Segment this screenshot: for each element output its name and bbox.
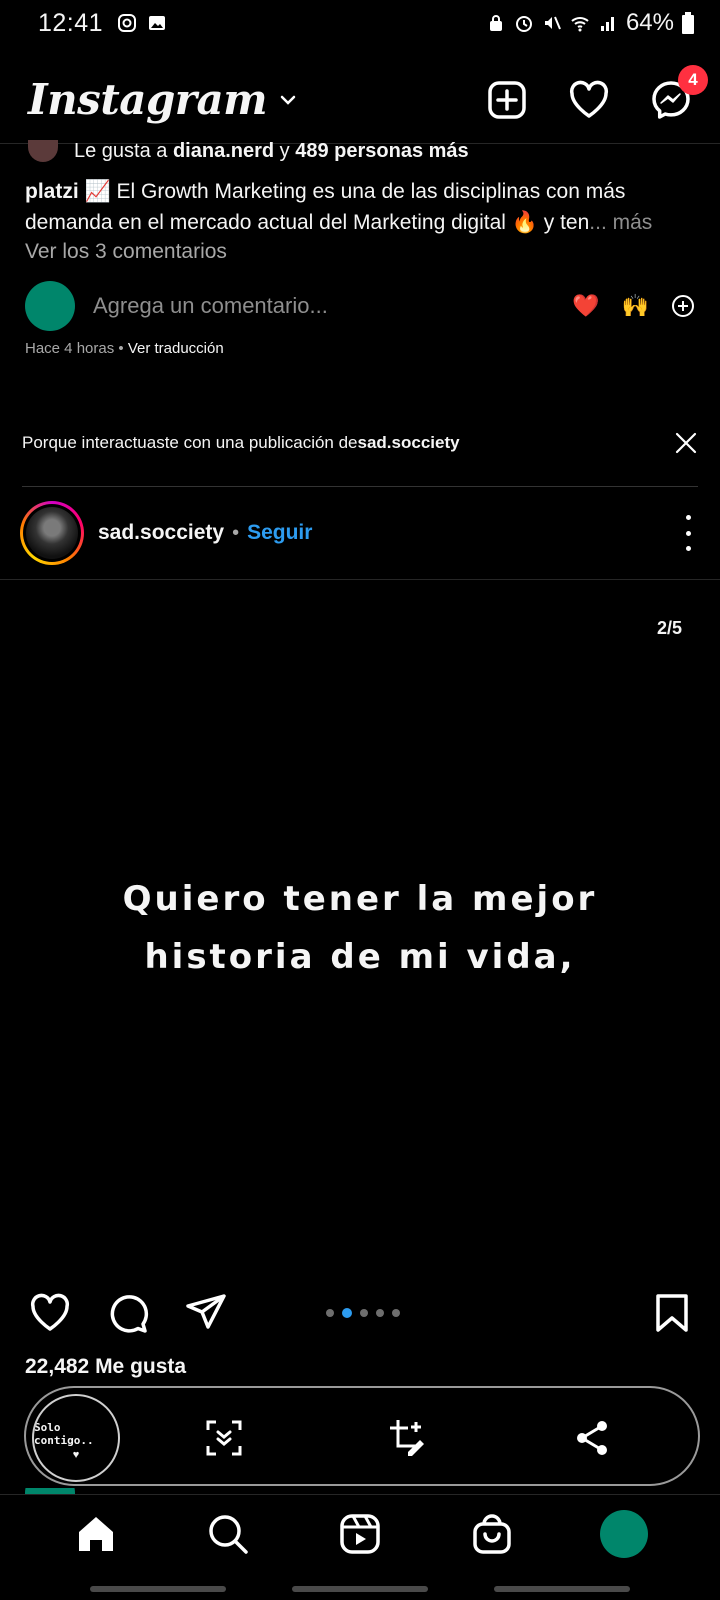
post-media[interactable]: 2/5 Quiero tener la mejor historia de mi… [0, 580, 720, 1280]
more-options-icon[interactable] [676, 515, 700, 551]
comment-icon[interactable] [106, 1291, 150, 1335]
share-icon[interactable] [572, 1418, 612, 1458]
quick-reaction-heart[interactable]: ❤️ [572, 293, 599, 319]
carousel-dot [360, 1309, 368, 1317]
liker-username[interactable]: diana.nerd [173, 140, 274, 162]
add-circle-icon[interactable] [671, 294, 695, 318]
translate-link[interactable]: Ver traducción [128, 340, 224, 357]
reels-icon [340, 1513, 380, 1554]
messages-badge: 4 [678, 64, 708, 95]
carousel-dot [392, 1309, 400, 1317]
likes-summary[interactable]: Le gusta a diana.nerd y 489 personas más [28, 140, 469, 162]
caption-username[interactable]: platzi [25, 180, 79, 203]
heart-icon [569, 80, 609, 118]
post-image-text: Quiero tener la mejor historia de mi vid… [122, 879, 598, 977]
add-square-icon [488, 80, 526, 119]
back-gesture[interactable] [494, 1586, 630, 1592]
carousel-indicator [326, 1308, 400, 1318]
gallery-notification-icon [149, 16, 166, 30]
other-likers[interactable]: 489 personas más [295, 140, 468, 162]
post-actions [0, 1290, 720, 1336]
separator-dot: • [232, 521, 240, 544]
battery-icon [682, 12, 694, 34]
home-icon [79, 1516, 113, 1551]
suggestion-reason: Porque interactuaste con una publicación… [22, 430, 698, 456]
follow-button[interactable]: Seguir [247, 521, 312, 545]
liker-avatar [28, 140, 58, 162]
screenshot-thumbnail[interactable]: Solo contigo.. ♥ [32, 1394, 120, 1482]
nav-search[interactable] [204, 1510, 252, 1558]
quick-reaction-raised-hands[interactable]: 🙌 [622, 293, 649, 319]
home-gesture[interactable] [292, 1586, 428, 1592]
search-icon [209, 1514, 248, 1554]
bottom-navigation [0, 1494, 720, 1572]
add-comment-row: Agrega un comentario... ❤️ 🙌 [25, 280, 695, 332]
like-count[interactable]: 22,482 Me gusta [25, 1355, 186, 1379]
profile-picture [26, 507, 78, 559]
divider [22, 486, 698, 487]
carousel-dot [376, 1309, 384, 1317]
crop-edit-icon[interactable] [388, 1418, 428, 1458]
chevron-down-icon[interactable] [279, 91, 297, 109]
create-post-button[interactable] [486, 79, 528, 121]
post-username[interactable]: sad.socciety [98, 521, 224, 545]
carousel-dot-active [342, 1308, 352, 1318]
post-caption: platzi 📈 El Growth Marketing es una de l… [25, 176, 695, 238]
status-bar: 12:41 64% [0, 0, 720, 46]
status-time: 12:41 [38, 8, 104, 37]
post-timestamp: Hace 4 horas • Ver traducción [25, 340, 224, 357]
mute-icon [544, 16, 561, 30]
bookmark-icon[interactable] [652, 1293, 692, 1333]
post-header: sad.socciety • Seguir [0, 500, 720, 566]
recent-apps-gesture[interactable] [90, 1586, 226, 1592]
close-icon[interactable] [674, 431, 698, 455]
caption-more-link[interactable]: ... más [589, 211, 652, 234]
battery-percent: 64% [625, 9, 674, 36]
scroll-capture-icon[interactable] [204, 1418, 244, 1458]
screenshot-toolbar: Solo contigo.. ♥ [24, 1386, 700, 1486]
profile-avatar [600, 1509, 648, 1558]
alarm-icon [515, 16, 532, 32]
carousel-counter: 2/5 [656, 618, 682, 638]
nav-home[interactable] [72, 1510, 120, 1558]
wifi-icon [571, 17, 589, 32]
add-comment-input[interactable]: Agrega un comentario... [93, 293, 328, 319]
story-ring[interactable] [20, 501, 84, 565]
suggestion-username[interactable]: sad.socciety [358, 433, 460, 453]
like-heart-icon[interactable] [28, 1291, 72, 1335]
messages-button[interactable]: 4 [650, 64, 708, 121]
notifications-button[interactable] [568, 79, 610, 121]
carousel-dot [326, 1309, 334, 1317]
lock-icon [489, 15, 502, 31]
shopping-bag-icon [473, 1513, 511, 1554]
caption-text: 📈 El Growth Marketing es una de las disc… [25, 180, 626, 234]
nav-shop[interactable] [468, 1510, 516, 1558]
nav-reels[interactable] [336, 1510, 384, 1558]
share-send-icon[interactable] [184, 1291, 228, 1335]
current-user-avatar [25, 281, 75, 331]
view-comments-link[interactable]: Ver los 3 comentarios [25, 240, 227, 264]
instagram-logo[interactable]: Instagram [28, 75, 268, 124]
instagram-notification-icon [118, 14, 137, 32]
app-header: Instagram 4 [0, 56, 720, 144]
signal-icon [600, 17, 614, 31]
nav-profile[interactable] [600, 1509, 648, 1558]
